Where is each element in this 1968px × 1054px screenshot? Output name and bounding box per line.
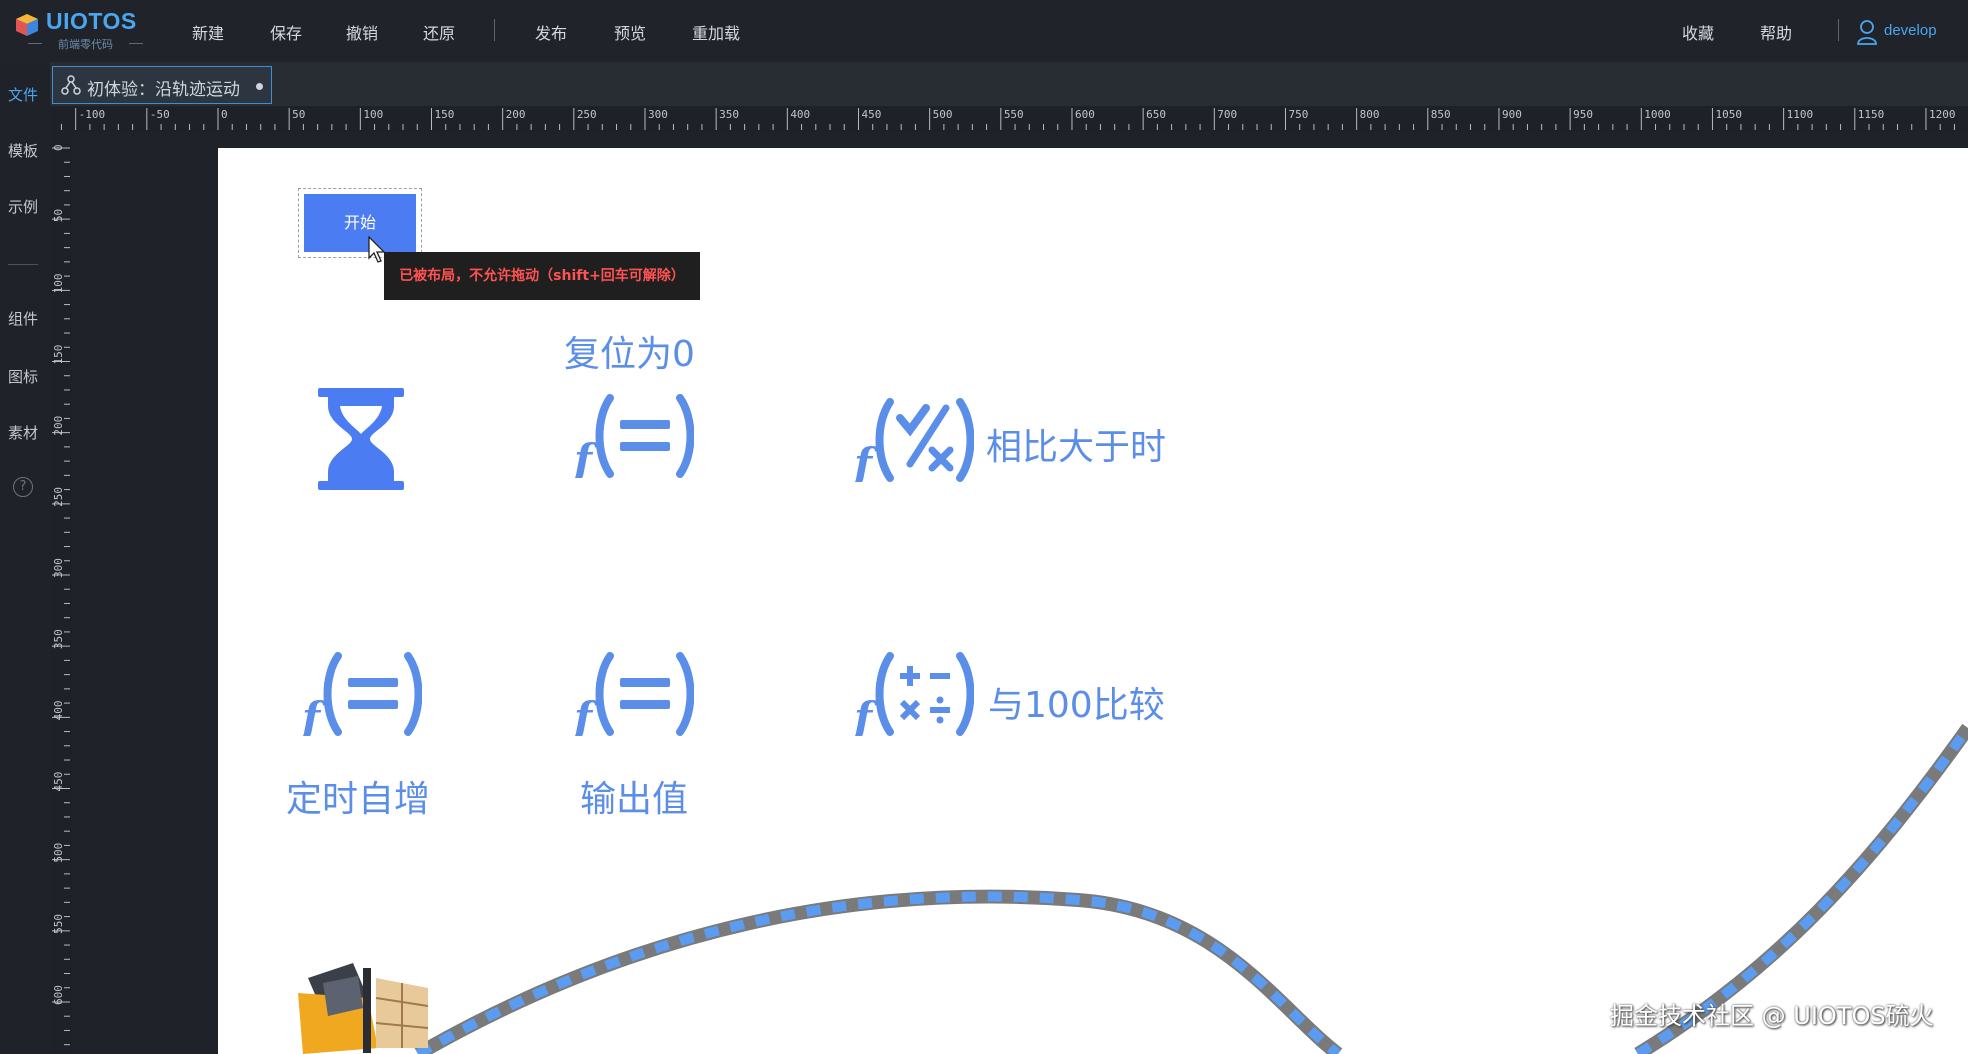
vertical-ruler: 0 50 100 150 200 250 300 350 400 450 500 550 600	[50, 132, 72, 1054]
help-button[interactable]: 帮助	[1760, 20, 1792, 44]
timer-increment-label: 定时自增	[286, 779, 431, 820]
ruler-label: 150	[434, 108, 454, 121]
svg-text:f: f	[302, 693, 327, 736]
hourglass-icon[interactable]	[318, 388, 404, 490]
compare-100-label: 与100比较	[988, 685, 1165, 726]
ruler-label: 150	[52, 345, 65, 365]
ruler-label: 950	[1573, 108, 1593, 121]
ruler-label: 1150	[1858, 108, 1885, 121]
top-toolbar: UIOTOS 前端零代码 新建 保存 撤销 还原 发布 预览 重加载 收藏 帮助…	[0, 0, 1968, 62]
ruler-label: 700	[1217, 108, 1237, 121]
ruler-label: 300	[52, 558, 65, 578]
unsaved-dot-icon	[256, 83, 263, 90]
sidebar-item-components[interactable]: 组件	[0, 308, 46, 329]
undo-button[interactable]: 撤销	[346, 20, 378, 44]
ruler-label: 450	[52, 772, 65, 792]
tab-bar: 初体验：沿轨迹运动	[50, 62, 1968, 106]
ruler-label: 300	[648, 108, 668, 121]
reset-node-label: 复位为0	[564, 334, 695, 375]
ruler-label: -50	[150, 108, 170, 121]
ruler-label: 1050	[1715, 108, 1742, 121]
ruler-label: 450	[861, 108, 881, 121]
sidebar-item-file[interactable]: 文件	[0, 84, 46, 105]
user-name: develop	[1884, 22, 1937, 39]
sidebar-item-examples[interactable]: 示例	[0, 196, 46, 217]
logo-subtitle: 前端零代码	[28, 38, 143, 51]
ruler-label: 100	[363, 108, 383, 121]
ruler-label: 0	[52, 144, 65, 151]
ruler-label: 650	[1146, 108, 1166, 121]
publish-button[interactable]: 发布	[535, 20, 567, 44]
sidebar-item-templates[interactable]: 模板	[0, 140, 46, 161]
ruler-label: 100	[52, 273, 65, 293]
ruler-label: 900	[1502, 108, 1522, 121]
ruler-label: 200	[52, 416, 65, 436]
ruler-label: 750	[1288, 108, 1308, 121]
ruler-label: 550	[52, 914, 65, 934]
menu-separator	[494, 19, 495, 41]
tab-trajectory-demo[interactable]: 初体验：沿轨迹运动	[52, 66, 272, 104]
ruler-label: 200	[506, 108, 526, 121]
horizontal-ruler: -100 -50 0 50 100 150 200 250 300 350 400 450 500 550…	[50, 106, 1968, 132]
ruler-label: 1200	[1929, 108, 1956, 121]
new-button[interactable]: 新建	[192, 20, 224, 44]
start-button-selection: 开始	[298, 188, 422, 258]
ruler-label: 250	[577, 108, 597, 121]
function-compare-icon[interactable]: f	[854, 398, 974, 482]
function-arithmetic-icon[interactable]: f	[854, 652, 974, 736]
sidebar-divider	[8, 264, 38, 265]
function-equals-icon[interactable]: f	[574, 652, 694, 736]
ruler-label: -100	[79, 108, 106, 121]
compare-greater-label: 相比大于时	[986, 427, 1167, 468]
ruler-label: 400	[790, 108, 810, 121]
ruler-label: 600	[52, 985, 65, 1005]
forklift-icon	[298, 963, 429, 1054]
reload-button[interactable]: 重加载	[692, 20, 740, 44]
logo-text: UIOTOS	[46, 8, 137, 34]
function-equals-icon[interactable]: f	[574, 394, 694, 478]
ruler-label: 1100	[1787, 108, 1814, 121]
ruler-label: 850	[1431, 108, 1451, 121]
ruler-label: 1000	[1644, 108, 1671, 121]
ruler-label: 250	[52, 487, 65, 507]
svg-text:f: f	[574, 693, 599, 736]
sidebar-item-materials[interactable]: 素材	[0, 422, 46, 443]
ruler-label: 550	[1004, 108, 1024, 121]
redo-button[interactable]: 还原	[423, 20, 455, 44]
sidebar-item-icons[interactable]: 图标	[0, 366, 46, 387]
drag-locked-tooltip: 已被布局，不允许拖动（shift+回车可解除）	[384, 252, 700, 300]
ruler-label: 800	[1360, 108, 1380, 121]
watermark: 掘金技术社区 @ UIOTOS硫火	[1610, 1002, 1934, 1030]
ruler-label: 0	[221, 108, 228, 121]
ruler-label: 50	[292, 108, 305, 121]
favorites-button[interactable]: 收藏	[1682, 20, 1714, 44]
preview-button[interactable]: 预览	[614, 20, 646, 44]
menu-separator-right	[1838, 19, 1839, 41]
ruler-label: 500	[933, 108, 953, 121]
flow-diagram-icon	[61, 75, 81, 95]
save-button[interactable]: 保存	[270, 20, 302, 44]
start-button[interactable]: 开始	[304, 194, 416, 252]
ruler-label: 50	[52, 209, 65, 222]
ruler-label: 350	[719, 108, 739, 121]
ruler-label: 600	[1075, 108, 1095, 121]
tab-label: 初体验：沿轨迹运动	[87, 80, 240, 100]
function-equals-icon[interactable]: f	[302, 652, 422, 736]
logo-cube-icon	[16, 14, 38, 36]
svg-text:f: f	[854, 693, 879, 736]
svg-text:f: f	[574, 435, 599, 478]
ruler-label: 400	[52, 700, 65, 720]
logo[interactable]: UIOTOS 前端零代码	[14, 8, 154, 52]
ruler-label: 500	[52, 843, 65, 863]
user-icon	[1857, 20, 1877, 45]
ruler-label: 350	[52, 629, 65, 649]
left-sidebar: 文件 模板 示例 组件 图标 素材 ?	[0, 62, 51, 1054]
output-value-label: 输出值	[580, 779, 689, 820]
svg-text:f: f	[854, 439, 879, 482]
help-circle-icon[interactable]: ?	[13, 477, 33, 497]
